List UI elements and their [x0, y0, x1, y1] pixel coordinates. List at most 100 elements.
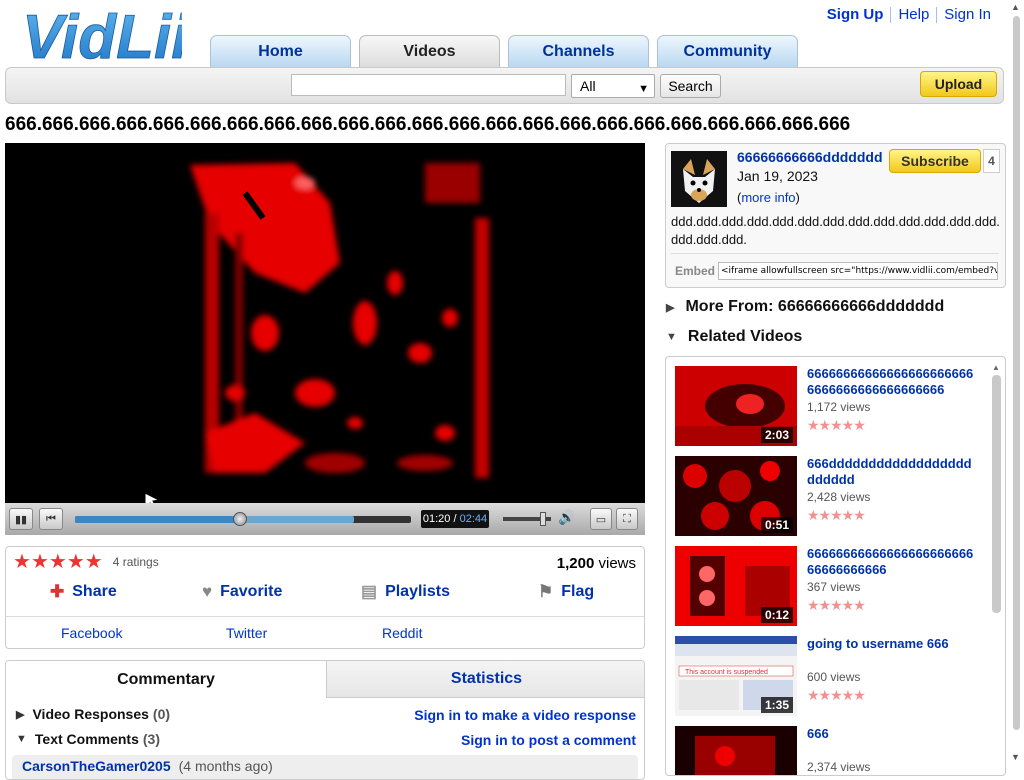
vidlii-logo[interactable]: VidLii: [22, 4, 182, 66]
related-scrollbar[interactable]: ▲: [992, 363, 1001, 763]
video-thumbnail[interactable]: [675, 726, 797, 775]
search-button[interactable]: Search: [660, 74, 721, 98]
tab-commentary[interactable]: Commentary: [6, 661, 326, 698]
seek-bar[interactable]: [75, 512, 411, 526]
facebook-link[interactable]: Facebook: [61, 625, 122, 641]
search-bar: All ▼ Search Upload: [5, 67, 1004, 104]
video-title-link[interactable]: 6666666666666666666666666666666666666666…: [807, 366, 977, 398]
video-thumbnail[interactable]: This account is suspended 1:35: [675, 636, 797, 716]
star-icon[interactable]: ★: [85, 552, 103, 572]
video-views: 1,172 views: [807, 400, 871, 414]
time-display: 01:20 / 02:44: [421, 510, 489, 528]
subscribe-button[interactable]: Subscribe: [889, 149, 981, 173]
search-category-select[interactable]: All ▼: [571, 74, 655, 98]
uploader-info: 66666666666ddddddd Jan 19, 2023 (more in…: [665, 143, 1006, 288]
rating[interactable]: ★ ★ ★ ★ ★ 4 ratings: [13, 552, 159, 572]
list-item[interactable]: 666 2,374 views: [675, 726, 985, 775]
tab-community[interactable]: Community: [657, 35, 798, 67]
list-item[interactable]: 2:03 66666666666666666666666666666666666…: [675, 366, 985, 446]
scrollbar-thumb[interactable]: [992, 375, 1001, 613]
scroll-up-icon[interactable]: ▲: [1011, 2, 1020, 12]
triangle-right-icon: ▶: [666, 301, 675, 314]
flag-icon: ⚑: [538, 582, 554, 601]
commentary-panel: Commentary Statistics ▶ Video Responses …: [5, 660, 645, 780]
video-title-link[interactable]: 666dddddddddddddddddddddddd: [807, 456, 977, 488]
list-item[interactable]: This account is suspended 1:35 going to …: [675, 636, 985, 716]
view-count: 1,200 views: [557, 555, 636, 572]
star-icon[interactable]: ★: [49, 552, 67, 572]
flag-button[interactable]: ⚑ Flag: [538, 582, 594, 602]
star-icon[interactable]: ★: [31, 552, 49, 572]
favorite-button[interactable]: ♥ Favorite: [202, 582, 282, 602]
comment-author[interactable]: CarsonTheGamer0205 (4 months ago): [22, 758, 273, 774]
scroll-up-icon[interactable]: ▲: [992, 363, 1000, 372]
seek-handle[interactable]: [232, 512, 247, 526]
tab-home[interactable]: Home: [210, 35, 351, 67]
channel-name[interactable]: 66666666666ddddddd: [737, 149, 883, 165]
scroll-down-icon[interactable]: ▼: [1011, 752, 1020, 762]
tab-videos[interactable]: Videos: [359, 35, 500, 67]
thumbnail-caption: This account is suspended: [685, 669, 768, 676]
video-thumbnail[interactable]: 0:51: [675, 456, 797, 536]
share-icon: ✚: [50, 582, 65, 601]
thumbnail-image: [675, 726, 797, 775]
search-category-value: All: [580, 78, 596, 94]
twitter-link[interactable]: Twitter: [226, 625, 267, 641]
help-link[interactable]: Help: [891, 6, 936, 23]
video-title-link[interactable]: going to username 666: [807, 636, 977, 652]
rating-stars: ★★★★★: [807, 687, 866, 703]
sign-in-link[interactable]: Sign In: [937, 6, 998, 23]
chevron-down-icon: ▼: [638, 83, 649, 95]
upload-button[interactable]: Upload: [920, 71, 997, 97]
search-input[interactable]: [291, 74, 566, 96]
list-item[interactable]: 0:51 666dddddddddddddddddddddddd 2,428 v…: [675, 456, 985, 536]
reddit-link[interactable]: Reddit: [382, 625, 422, 641]
video-title-link[interactable]: 6666666666666666666666666666666666: [807, 546, 977, 578]
video-views: 600 views: [807, 670, 861, 684]
share-label: Share: [72, 583, 117, 600]
playlists-button[interactable]: ▤ Playlists: [361, 582, 450, 602]
page-scrollbar[interactable]: ▲ ▼: [1008, 0, 1024, 768]
upload-date: Jan 19, 2023: [737, 168, 818, 184]
video-title-link[interactable]: 666: [807, 726, 977, 742]
tab-statistics[interactable]: Statistics: [326, 661, 644, 698]
video-views: 2,428 views: [807, 490, 871, 504]
video-thumbnail[interactable]: 2:03: [675, 366, 797, 446]
related-videos-toggle[interactable]: ▼ Related Videos: [666, 328, 802, 346]
heart-icon: ♥: [202, 582, 213, 601]
scrollbar-thumb[interactable]: [1013, 16, 1020, 730]
video-frame[interactable]: [5, 143, 645, 503]
text-comments-toggle[interactable]: ▼ Text Comments (3): [16, 731, 160, 747]
more-from-toggle[interactable]: ▶ More From: 66666666666ddddddd: [666, 298, 944, 316]
volume-handle[interactable]: [540, 512, 547, 526]
video-responses-toggle[interactable]: ▶ Video Responses (0): [16, 706, 170, 722]
video-actions-panel: ★ ★ ★ ★ ★ 4 ratings 1,200 views ✚ Share …: [5, 546, 645, 649]
embed-label: Embed: [675, 264, 716, 278]
sign-up-link[interactable]: Sign Up: [820, 6, 891, 23]
star-icon[interactable]: ★: [13, 552, 31, 572]
video-thumbnail[interactable]: 0:12: [675, 546, 797, 626]
restart-button[interactable]: ⏮: [39, 508, 63, 530]
video-player[interactable]: ▮▮ ⏮ 01:20 / 02:44 🔊 ▭ ⛶: [5, 143, 645, 535]
duration: 02:44: [459, 513, 488, 525]
embed-code-field[interactable]: <iframe allowfullscreen src="https://www…: [718, 262, 998, 280]
list-item[interactable]: 0:12 6666666666666666666666666666666666 …: [675, 546, 985, 626]
video-frame-image: [5, 143, 645, 503]
avatar[interactable]: [671, 151, 727, 207]
fullscreen-button[interactable]: ⛶: [616, 508, 638, 530]
video-duration: 2:03: [760, 427, 793, 443]
view-count-label: views: [598, 555, 636, 572]
more-info-link[interactable]: more info: [741, 190, 795, 205]
share-button[interactable]: ✚ Share: [50, 582, 117, 602]
video-response-link[interactable]: Sign in to make a video response: [414, 707, 636, 723]
pause-button[interactable]: ▮▮: [9, 508, 33, 530]
video-views: 367 views: [807, 580, 861, 594]
theater-mode-button[interactable]: ▭: [590, 508, 612, 530]
tab-channels[interactable]: Channels: [508, 35, 649, 67]
post-comment-link[interactable]: Sign in to post a comment: [461, 732, 636, 748]
star-icon[interactable]: ★: [67, 552, 85, 572]
comment-author-name[interactable]: CarsonTheGamer0205: [22, 758, 171, 774]
speaker-icon[interactable]: 🔊: [558, 509, 575, 526]
volume-slider[interactable]: [503, 512, 551, 526]
triangle-down-icon: ▼: [666, 331, 677, 343]
